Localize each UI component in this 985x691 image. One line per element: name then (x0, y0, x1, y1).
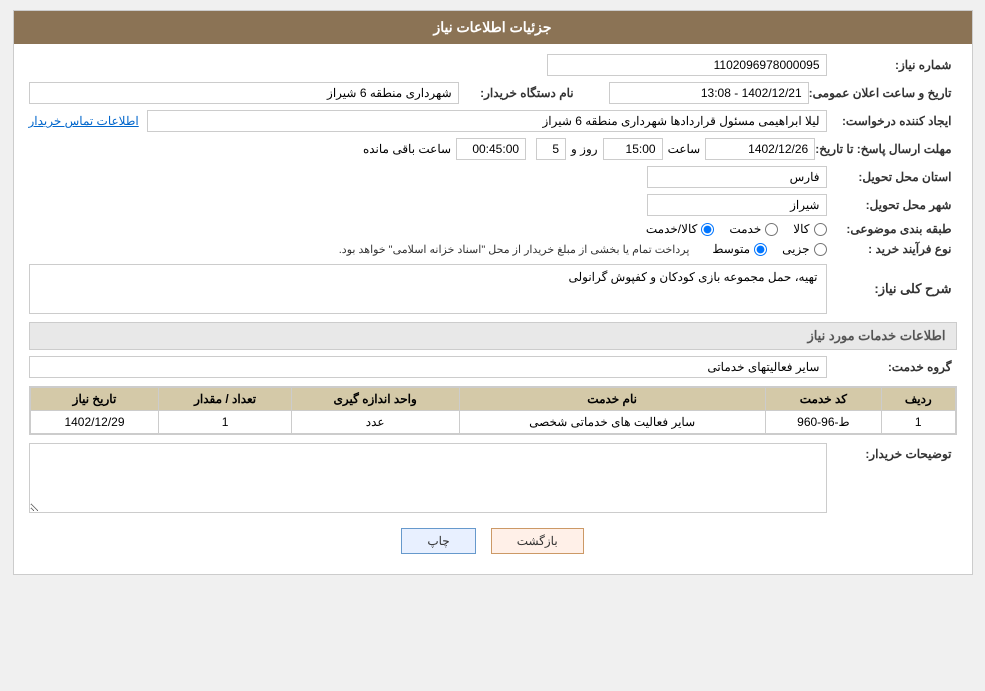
farayand-radio-group: جزیی متوسط پرداخت تمام یا بخشی از مبلغ خ… (339, 242, 827, 256)
col-tarikh: تاریخ نیاز (30, 388, 159, 411)
radio-jozei-label: جزیی (782, 242, 809, 256)
tarikh-label: تاریخ و ساعت اعلان عمومی: (809, 86, 957, 100)
radio-kala: کالا (793, 222, 826, 236)
tawsiyat-textarea[interactable] (29, 443, 827, 513)
row-shomare-niaz: شماره نیاز: 1102096978000095 (29, 54, 957, 76)
khadamat-title: اطلاعات خدمات مورد نیاز (807, 328, 945, 343)
row-mohlat: مهلت ارسال پاسخ: تا تاریخ: 1402/12/26 سا… (29, 138, 957, 160)
col-radif: ردیف (882, 388, 955, 411)
row-shahr: شهر محل تحویل: شیراز (29, 194, 957, 216)
radio-jozei-input[interactable] (814, 243, 827, 256)
page-container: جزئیات اطلاعات نیاز شماره نیاز: 11020969… (13, 10, 973, 575)
tabaqe-radio-group: کالا خدمت کالا/خدمت (646, 222, 827, 236)
khadamat-section-title: اطلاعات خدمات مورد نیاز (29, 322, 957, 350)
table-header-row: ردیف کد خدمت نام خدمت واحد اندازه گیری ت… (30, 388, 955, 411)
row-farayand: نوع فرآیند خرید : جزیی متوسط پرداخت تمام… (29, 242, 957, 256)
table-cell: ط-96-960 (765, 411, 881, 434)
mohlat-saat: 15:00 (603, 138, 663, 160)
row-tabaqe: طبقه بندی موضوعی: کالا خدمت کالا/خدمت (29, 222, 957, 236)
page-header: جزئیات اطلاعات نیاز (14, 11, 972, 44)
mohlat-baqi: 00:45:00 (456, 138, 526, 160)
row-ostan: استان محل تحویل: فارس (29, 166, 957, 188)
radio-kala-khedmat-input[interactable] (701, 223, 714, 236)
nam-dastgah-label: نام دستگاه خریدار: (459, 86, 579, 100)
row-grouh: گروه خدمت: سایر فعالیتهای خدماتی (29, 356, 957, 378)
mohlat-date: 1402/12/26 (705, 138, 815, 160)
mohlat-roz: 5 (536, 138, 566, 160)
row-tarikh: تاریخ و ساعت اعلان عمومی: 1402/12/21 - 1… (29, 82, 957, 104)
baqi-label: ساعت باقی مانده (363, 142, 451, 156)
sharh-container: تهیه، حمل مجموعه بازی کودکان و کفپوش گرا… (29, 264, 827, 314)
roz-label: روز و (571, 142, 598, 156)
tawsiyat-label: توضیحات خریدار: (827, 443, 957, 461)
shomare-niaz-label: شماره نیاز: (827, 58, 957, 72)
ettelaat-link[interactable]: اطلاعات تماس خریدار (29, 114, 139, 128)
farayand-label: نوع فرآیند خرید : (827, 242, 957, 256)
col-vahed: واحد اندازه گیری (291, 388, 459, 411)
row-sharh: شرح کلی نیاز: تهیه، حمل مجموعه بازی کودک… (29, 264, 957, 314)
radio-motavasset-label: متوسط (712, 242, 750, 256)
radio-jozei: جزیی (782, 242, 826, 256)
shahr-value: شیراز (647, 194, 827, 216)
radio-khedmat: خدمت (729, 222, 778, 236)
radio-motavasset: متوسط (712, 242, 767, 256)
ejad-label: ایجاد کننده درخواست: (827, 114, 957, 128)
radio-kala-label: کالا (793, 222, 809, 236)
radio-khedmat-label: خدمت (729, 222, 761, 236)
col-nam: نام خدمت (459, 388, 765, 411)
back-button[interactable]: بازگشت (491, 528, 584, 554)
table-cell: سایر فعالیت های خدماتی شخصی (459, 411, 765, 434)
radio-kala-khedmat: کالا/خدمت (646, 222, 714, 236)
ejad-fields: لیلا ابراهیمی مسئول قراردادها شهرداری من… (29, 110, 827, 132)
sharh-value: تهیه، حمل مجموعه بازی کودکان و کفپوش گرا… (568, 270, 817, 284)
grouh-label: گروه خدمت: (827, 360, 957, 374)
col-kod: کد خدمت (765, 388, 881, 411)
grouh-value: سایر فعالیتهای خدماتی (29, 356, 827, 378)
farayand-note: پرداخت تمام یا بخشی از مبلغ خریدار از مح… (339, 243, 690, 256)
buttons-row: بازگشت چاپ (29, 528, 957, 554)
saat-label: ساعت (668, 142, 701, 156)
table-cell: 1 (159, 411, 291, 434)
shomare-niaz-value: 1102096978000095 (547, 54, 827, 76)
radio-kala-khedmat-label: کالا/خدمت (646, 222, 697, 236)
mohlat-label: مهلت ارسال پاسخ: تا تاریخ: (815, 142, 956, 156)
ostan-value: فارس (647, 166, 827, 188)
tarikh-value: 1402/12/21 - 13:08 (609, 82, 809, 104)
row-ejad: ایجاد کننده درخواست: لیلا ابراهیمی مسئول… (29, 110, 957, 132)
row-tawsiyat: توضیحات خریدار: (29, 443, 957, 513)
nam-dastgah-value: شهرداری منطقه 6 شیراز (29, 82, 459, 104)
radio-motavasset-input[interactable] (754, 243, 767, 256)
table-cell: عدد (291, 411, 459, 434)
table-cell: 1402/12/29 (30, 411, 159, 434)
table-cell: 1 (882, 411, 955, 434)
radio-khedmat-input[interactable] (765, 223, 778, 236)
col-tedad: تعداد / مقدار (159, 388, 291, 411)
print-button[interactable]: چاپ (401, 528, 475, 554)
content-area: شماره نیاز: 1102096978000095 تاریخ و ساع… (14, 44, 972, 574)
sharh-label: شرح کلی نیاز: (827, 281, 957, 297)
radio-kala-input[interactable] (814, 223, 827, 236)
ejad-value: لیلا ابراهیمی مسئول قراردادها شهرداری من… (147, 110, 827, 132)
table-row: 1ط-96-960سایر فعالیت های خدماتی شخصیعدد1… (30, 411, 955, 434)
shahr-label: شهر محل تحویل: (827, 198, 957, 212)
tabaqe-label: طبقه بندی موضوعی: (827, 222, 957, 236)
services-table-container: ردیف کد خدمت نام خدمت واحد اندازه گیری ت… (29, 386, 957, 435)
page-title: جزئیات اطلاعات نیاز (433, 19, 551, 35)
services-table: ردیف کد خدمت نام خدمت واحد اندازه گیری ت… (30, 387, 956, 434)
ostan-label: استان محل تحویل: (827, 170, 957, 184)
